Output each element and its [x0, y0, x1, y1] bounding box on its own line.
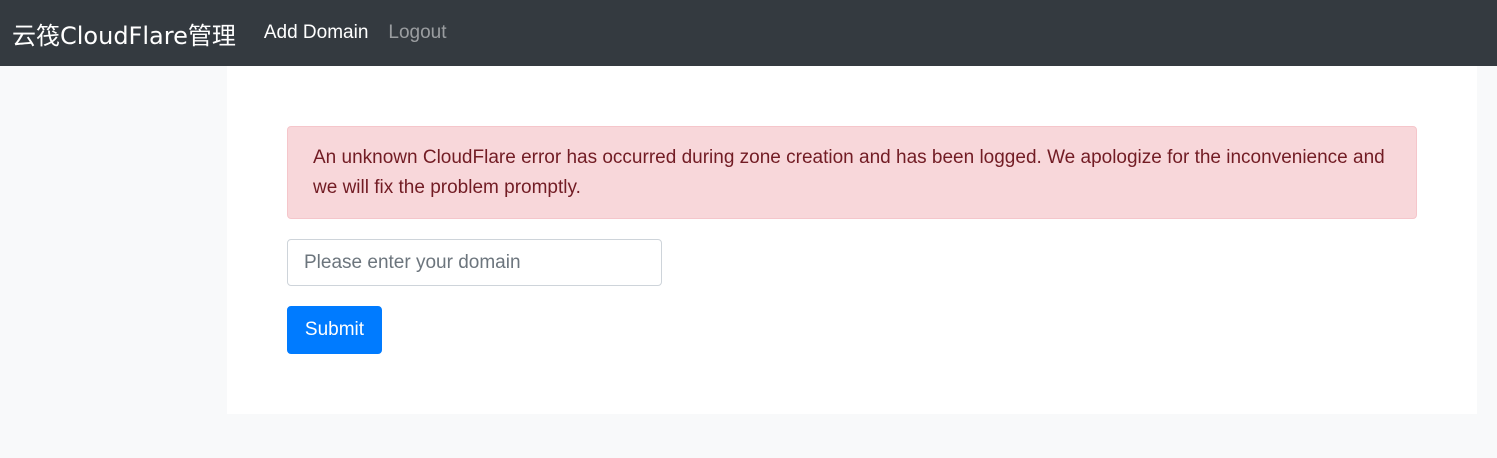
error-alert: An unknown CloudFlare error has occurred…: [287, 126, 1417, 219]
domain-input[interactable]: [287, 239, 662, 286]
error-alert-message: An unknown CloudFlare error has occurred…: [313, 147, 1385, 198]
brand-link[interactable]: 云筏CloudFlare管理: [12, 16, 236, 51]
nav-add-domain[interactable]: Add Domain: [264, 22, 369, 44]
nav-logout[interactable]: Logout: [388, 22, 446, 44]
main-content-card: An unknown CloudFlare error has occurred…: [227, 66, 1477, 414]
top-navbar: 云筏CloudFlare管理 Add Domain Logout: [0, 0, 1497, 66]
submit-button[interactable]: Submit: [287, 306, 382, 354]
